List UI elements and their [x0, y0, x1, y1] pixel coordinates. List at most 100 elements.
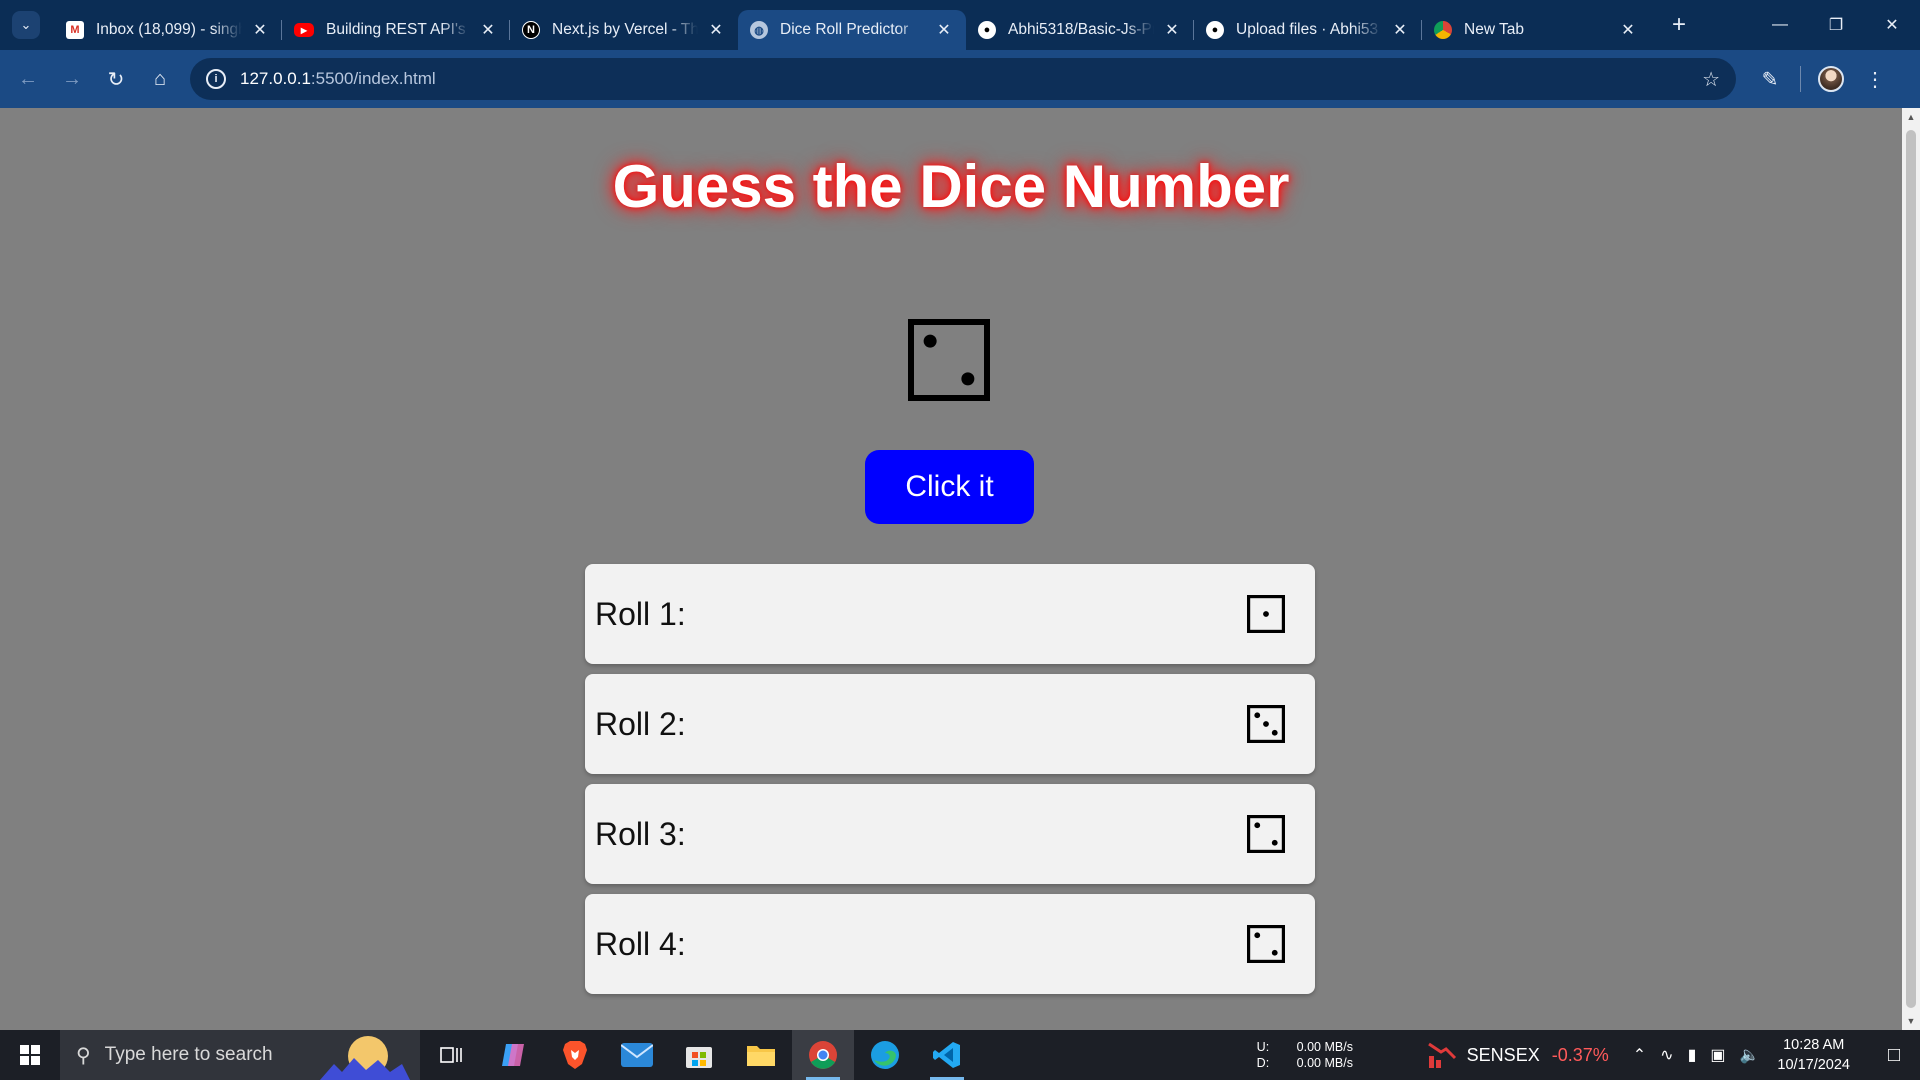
site-info-icon[interactable]: i	[206, 69, 226, 89]
url-host: 127.0.0.1	[240, 69, 311, 88]
stock-widget[interactable]: SENSEX -0.37%	[1427, 1042, 1609, 1068]
mail-icon[interactable]	[606, 1030, 668, 1080]
die-pip	[1263, 611, 1269, 617]
roll-history-item: Roll 3:	[585, 784, 1315, 884]
search-icon: ⚲	[76, 1044, 91, 1067]
main-die-icon	[908, 319, 990, 401]
scroll-down-arrow-icon[interactable]: ▼	[1902, 1012, 1920, 1030]
tab-gmail[interactable]: M Inbox (18,099) - singh ✕	[54, 10, 282, 50]
restore-icon[interactable]: ❐	[1808, 0, 1864, 50]
back-arrow-icon[interactable]: ←	[6, 57, 50, 101]
globe-icon: ◍	[750, 21, 768, 39]
tab-title: Dice Roll Predictor	[780, 21, 909, 38]
search-highlight-moon-icon	[320, 1036, 410, 1080]
copilot-icon[interactable]	[482, 1030, 544, 1080]
browser-toolbar: ← → ↻ ⌂ i 127.0.0.1:5500/index.html ☆ ✎ …	[0, 50, 1920, 108]
roll-history-item: Roll 4:	[585, 894, 1315, 994]
reload-icon[interactable]: ↻	[94, 57, 138, 101]
download-label: D:	[1256, 1056, 1270, 1070]
roll-dice-button[interactable]: Click it	[865, 450, 1034, 524]
tab-github-repo[interactable]: ● Abhi5318/Basic-Js-Pr ✕	[966, 10, 1194, 50]
close-icon[interactable]: ✕	[706, 20, 726, 40]
tray-icons: ⌃ ∿ ▮ ▣ 🔈	[1633, 1045, 1760, 1065]
roll-die-icon	[1247, 595, 1285, 633]
roll-die-icon	[1247, 925, 1285, 963]
tab-youtube[interactable]: ▶ Building REST API's u ✕	[281, 10, 510, 50]
die-pip	[1254, 712, 1261, 719]
close-icon[interactable]: ✕	[1162, 20, 1182, 40]
roll-history-list: Roll 1: Roll 2: Roll 3: Roll 4:	[585, 564, 1315, 1004]
notification-center-icon[interactable]: □	[1874, 1044, 1914, 1067]
close-icon[interactable]: ✕	[1618, 20, 1638, 40]
tab-search-chevron-icon[interactable]: ⌄	[12, 11, 40, 39]
show-hidden-icons-chevron-icon[interactable]: ⌃	[1633, 1045, 1646, 1065]
window-controls: — ❐ ✕	[1752, 0, 1920, 50]
tab-nextjs[interactable]: N Next.js by Vercel - Th ✕	[509, 10, 738, 50]
system-tray: U: 0.00 MB/s D: 0.00 MB/s SENSEX -0.37% …	[1257, 1030, 1920, 1080]
tab-github-upload[interactable]: ● Upload files · Abhi53 ✕	[1193, 10, 1422, 50]
close-window-icon[interactable]: ✕	[1864, 0, 1920, 50]
github-icon: ●	[1206, 21, 1224, 39]
speaker-muted-icon[interactable]: 🔈	[1740, 1045, 1760, 1065]
close-icon[interactable]: ✕	[478, 20, 498, 40]
die-pip	[1271, 839, 1278, 846]
taskbar-search-input[interactable]: ⚲ Type here to search	[60, 1030, 420, 1080]
extensions-puzzle-icon[interactable]: ✎	[1748, 57, 1792, 101]
windows-start-icon[interactable]	[0, 1030, 60, 1080]
new-tab-plus-icon[interactable]: +	[1664, 11, 1694, 39]
scroll-up-arrow-icon[interactable]: ▲	[1902, 108, 1920, 126]
brave-browser-icon[interactable]	[544, 1030, 606, 1080]
youtube-icon: ▶	[294, 23, 314, 37]
bookmark-star-icon[interactable]: ☆	[1702, 67, 1720, 92]
task-view-icon[interactable]	[420, 1030, 482, 1080]
close-icon[interactable]: ✕	[934, 20, 954, 40]
display-icon[interactable]: ▣	[1710, 1045, 1725, 1065]
die-face-outline	[1247, 815, 1285, 853]
roll-history-item: Roll 1:	[585, 564, 1315, 664]
tab-title: Next.js by Vercel - Th	[552, 21, 698, 38]
download-speed: 0.00 MB/s	[1296, 1056, 1353, 1070]
roll-die-icon	[1247, 705, 1285, 743]
browser-tab-strip: ⌄ M Inbox (18,099) - singh ✕ ▶ Building …	[0, 0, 1920, 50]
windows-taskbar: ⚲ Type here to search U: 0.00 MB/s D: 0.…	[0, 1030, 1920, 1080]
home-icon[interactable]: ⌂	[138, 57, 182, 101]
roll-history-item: Roll 2:	[585, 674, 1315, 774]
tab-title: Building REST API's u	[326, 21, 470, 38]
tab-title: Upload files · Abhi53	[1236, 21, 1379, 38]
page-scrollbar[interactable]: ▲ ▼	[1902, 108, 1920, 1030]
microsoft-store-icon[interactable]	[668, 1030, 730, 1080]
tab-new-tab[interactable]: New Tab ✕	[1421, 10, 1650, 50]
tab-dice-roll-predictor[interactable]: ◍ Dice Roll Predictor ✕	[738, 10, 966, 50]
vscode-icon[interactable]	[916, 1030, 978, 1080]
scrollbar-thumb[interactable]	[1906, 130, 1916, 1008]
github-icon: ●	[978, 21, 996, 39]
stock-name: SENSEX	[1466, 1044, 1540, 1065]
die-pip	[1271, 949, 1278, 956]
upload-speed: 0.00 MB/s	[1296, 1040, 1353, 1054]
die-face-outline	[908, 319, 990, 401]
chrome-taskbar-icon[interactable]	[792, 1030, 854, 1080]
profile-avatar[interactable]	[1809, 57, 1853, 101]
file-explorer-icon[interactable]	[730, 1030, 792, 1080]
wifi-icon[interactable]: ∿	[1660, 1045, 1673, 1065]
roll-die-icon	[1247, 815, 1285, 853]
close-icon[interactable]: ✕	[1390, 20, 1410, 40]
die-pip	[1271, 729, 1278, 736]
close-icon[interactable]: ✕	[250, 20, 270, 40]
battery-icon[interactable]: ▮	[1688, 1045, 1697, 1065]
network-speed-widget: U: 0.00 MB/s D: 0.00 MB/s	[1257, 1040, 1367, 1070]
edge-browser-icon[interactable]	[854, 1030, 916, 1080]
roll-label: Roll 3:	[595, 815, 686, 852]
address-bar[interactable]: i 127.0.0.1:5500/index.html ☆	[190, 58, 1736, 100]
minimize-icon[interactable]: —	[1752, 0, 1808, 50]
roll-label: Roll 2:	[595, 705, 686, 742]
forward-arrow-icon[interactable]: →	[50, 57, 94, 101]
die-pip	[1263, 721, 1269, 727]
avatar	[1818, 66, 1844, 92]
url-path: :5500/index.html	[310, 69, 436, 88]
die-pip	[961, 372, 975, 386]
kebab-menu-icon[interactable]: ⋮	[1853, 57, 1897, 101]
stock-down-chart-icon	[1427, 1042, 1456, 1068]
taskbar-clock[interactable]: 10:28 AM 10/17/2024	[1777, 1035, 1850, 1075]
clock-time: 10:28 AM	[1783, 1037, 1845, 1053]
